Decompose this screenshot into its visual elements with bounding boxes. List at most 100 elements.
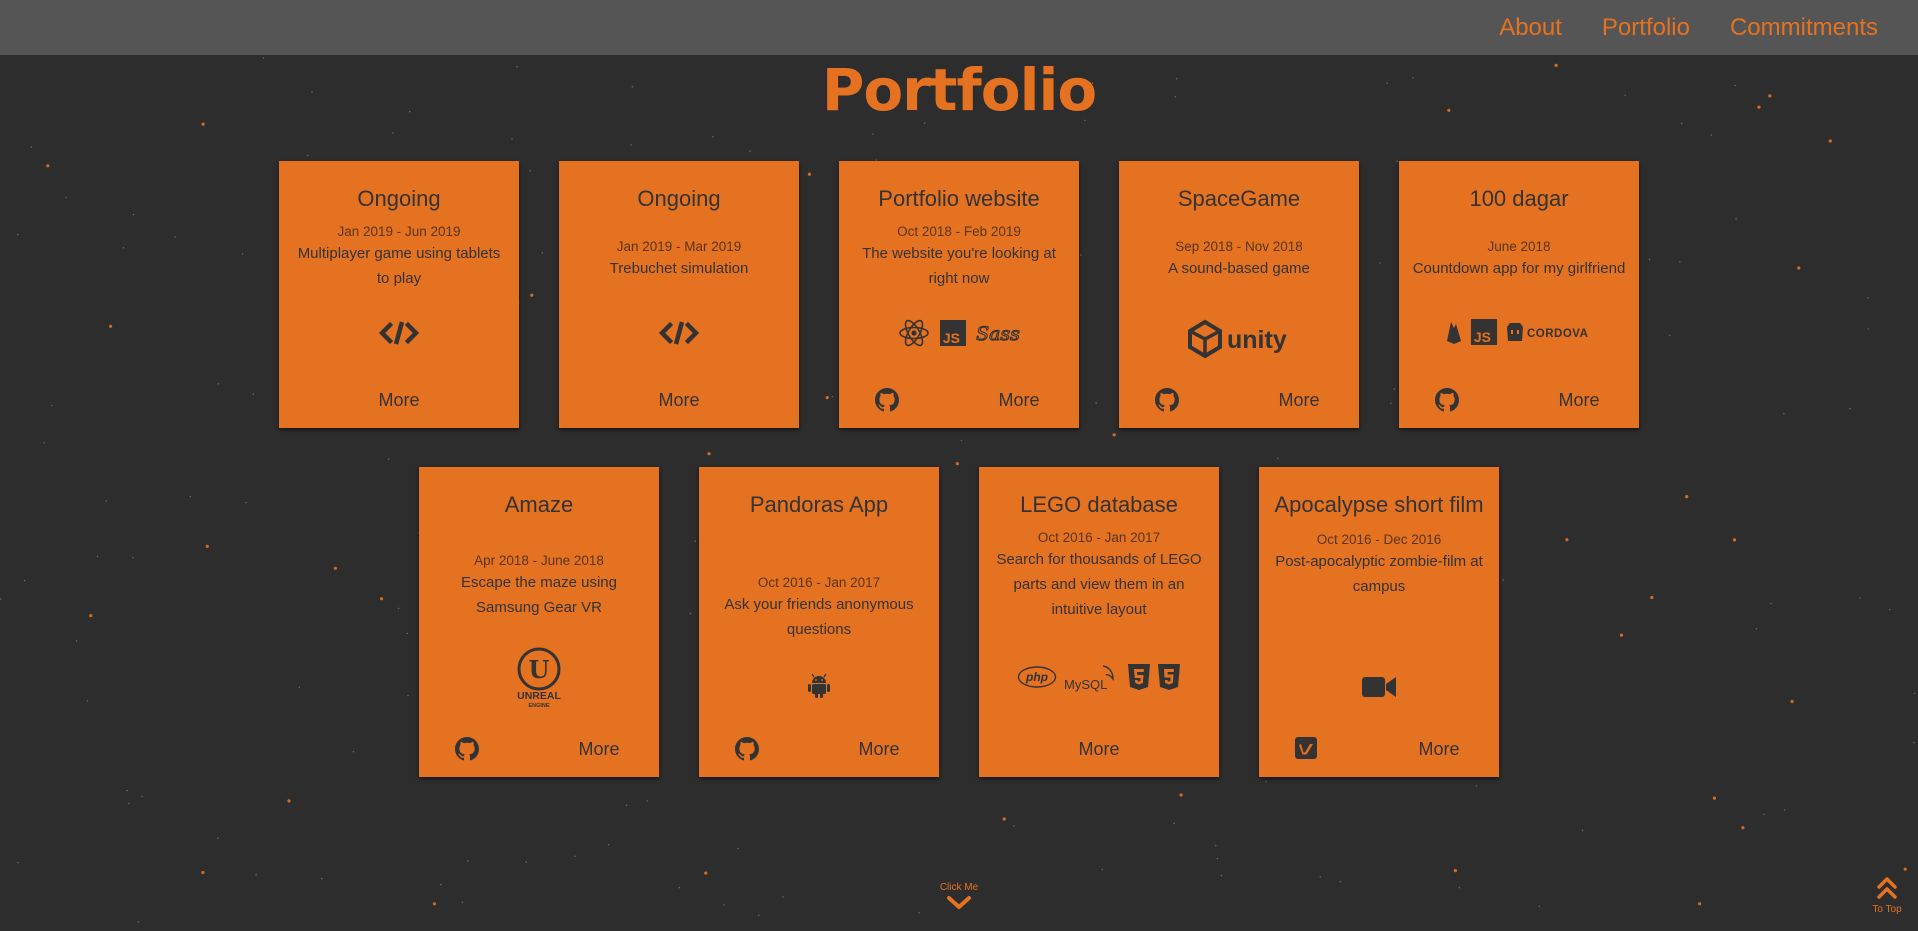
react-icon xyxy=(899,319,929,347)
star-dot xyxy=(625,804,628,806)
star-dot xyxy=(17,861,19,864)
star-dot xyxy=(1277,457,1279,460)
tech-icons: JS Sass xyxy=(839,319,1079,347)
star-dot xyxy=(607,843,610,846)
star-dot xyxy=(707,452,711,456)
page-title: Portfolio xyxy=(821,56,1097,124)
card-title: LEGO database xyxy=(1020,492,1178,517)
more-button[interactable]: More xyxy=(539,737,659,761)
card-description: Search for thousands of LEGO parts and v… xyxy=(996,551,1202,618)
card-title: Ongoing xyxy=(357,186,441,211)
star-dot xyxy=(960,439,963,442)
unity-logo: unity xyxy=(1188,319,1287,359)
card-footer: More xyxy=(559,388,799,412)
card-date: Oct 2016 - Dec 2016 xyxy=(1316,532,1442,547)
github-link[interactable] xyxy=(1435,388,1459,412)
unreal-text: UNREAL xyxy=(517,690,561,702)
click-me-label: Click Me xyxy=(939,882,979,893)
star-dot xyxy=(255,873,257,876)
more-button[interactable]: More xyxy=(279,388,519,412)
unreal-engine-text: ENGINE xyxy=(528,703,549,709)
star-dot xyxy=(782,896,784,898)
star-dot xyxy=(43,442,45,444)
card-footer: More xyxy=(279,388,519,412)
top-navbar: About Portfolio Commitments xyxy=(0,0,1918,55)
github-icon xyxy=(875,388,899,412)
star-dot xyxy=(678,886,681,889)
star-dot xyxy=(1712,796,1716,800)
php-text: php xyxy=(1025,670,1048,684)
more-button[interactable]: More xyxy=(819,737,939,761)
more-button[interactable]: More xyxy=(1519,388,1639,412)
star-dot xyxy=(141,795,143,798)
star-dot xyxy=(1538,905,1541,908)
star-dot xyxy=(467,860,469,862)
card-date: Oct 2016 - Jan 2017 xyxy=(1037,530,1161,545)
scroll-down-button[interactable]: Click Me xyxy=(929,882,989,911)
project-card-pandoras-app: Pandoras App Oct 2016 - Jan 2017 Ask you… xyxy=(699,467,939,777)
card-date: Oct 2018 - Feb 2019 xyxy=(897,224,1021,239)
more-button[interactable]: More xyxy=(979,737,1219,761)
star-dot xyxy=(872,133,874,135)
vimeo-link[interactable] xyxy=(1295,737,1317,759)
card-footer: More xyxy=(1259,737,1499,761)
project-card-lego-database: LEGO database Oct 2016 - Jan 2017 Search… xyxy=(979,467,1219,777)
nav-portfolio[interactable]: Portfolio xyxy=(1602,14,1690,42)
portfolio-row-2: Amaze Apr 2018 - June 2018 Escape the ma… xyxy=(0,467,1918,777)
card-title: Apocalypse short film xyxy=(1274,492,1484,517)
star-dot xyxy=(1903,867,1907,871)
mysql-text: MySQL xyxy=(1064,677,1107,692)
portfolio-row-1: Ongoing Jan 2019 - Jun 2019 Multiplayer … xyxy=(0,161,1918,428)
javascript-icon: JS xyxy=(940,320,966,346)
more-button[interactable]: More xyxy=(1379,737,1499,761)
star-dot xyxy=(1179,793,1183,797)
card-footer: More xyxy=(1119,388,1359,412)
star-dot xyxy=(321,877,323,880)
card-description: Post-apocalyptic zombie-film at campus xyxy=(1275,553,1483,595)
card-title: Pandoras App xyxy=(749,492,889,517)
more-button[interactable]: More xyxy=(559,388,799,412)
card-title: SpaceGame xyxy=(1177,186,1301,211)
nav-commitments[interactable]: Commitments xyxy=(1730,14,1878,42)
card-title: 100 dagar xyxy=(1469,186,1569,211)
star-dot xyxy=(1458,886,1461,889)
star-dot xyxy=(712,135,714,138)
star-dot xyxy=(432,902,436,906)
card-footer: More xyxy=(839,388,1079,412)
project-card-ongoing-2: Ongoing Jan 2019 - Mar 2019 Trebuchet si… xyxy=(559,161,799,428)
html5-icon xyxy=(1128,664,1150,690)
tech-icons: U UNREAL ENGINE xyxy=(419,647,659,709)
to-top-label: To Top xyxy=(1872,904,1902,915)
project-card-100-dagar: 100 dagar June 2018 Countdown app for my… xyxy=(1399,161,1639,428)
sass-icon: Sass xyxy=(976,322,1020,345)
nav-about[interactable]: About xyxy=(1499,14,1562,42)
star-dot xyxy=(737,847,739,850)
github-link[interactable] xyxy=(735,737,759,761)
star-dot xyxy=(630,144,632,146)
star-dot xyxy=(137,921,140,923)
star-dot xyxy=(287,799,291,803)
tech-icons: php MySQL xyxy=(979,661,1219,693)
star-dot xyxy=(1783,809,1786,811)
star-dot xyxy=(574,855,576,858)
github-link[interactable] xyxy=(455,737,479,761)
star-dot xyxy=(1002,817,1006,821)
card-description: Multiplayer game using tablets to play xyxy=(297,245,501,287)
card-date: Jan 2019 - Jun 2019 xyxy=(337,224,461,239)
star-dot xyxy=(723,904,725,906)
star-dot xyxy=(1101,868,1104,871)
github-link[interactable] xyxy=(1155,388,1179,412)
card-date: June 2018 xyxy=(1487,239,1551,254)
star-dot xyxy=(461,901,464,904)
tech-icons xyxy=(1259,675,1499,699)
card-title: Amaze xyxy=(504,492,574,517)
to-top-button[interactable]: To Top xyxy=(1862,876,1912,915)
project-card-amaze: Amaze Apr 2018 - June 2018 Escape the ma… xyxy=(419,467,659,777)
more-button[interactable]: More xyxy=(1239,388,1359,412)
star-dot xyxy=(1319,876,1322,878)
star-dot xyxy=(758,914,760,917)
tech-icons xyxy=(559,319,799,347)
more-button[interactable]: More xyxy=(959,388,1079,412)
github-icon xyxy=(1155,388,1179,412)
github-link[interactable] xyxy=(875,388,899,412)
